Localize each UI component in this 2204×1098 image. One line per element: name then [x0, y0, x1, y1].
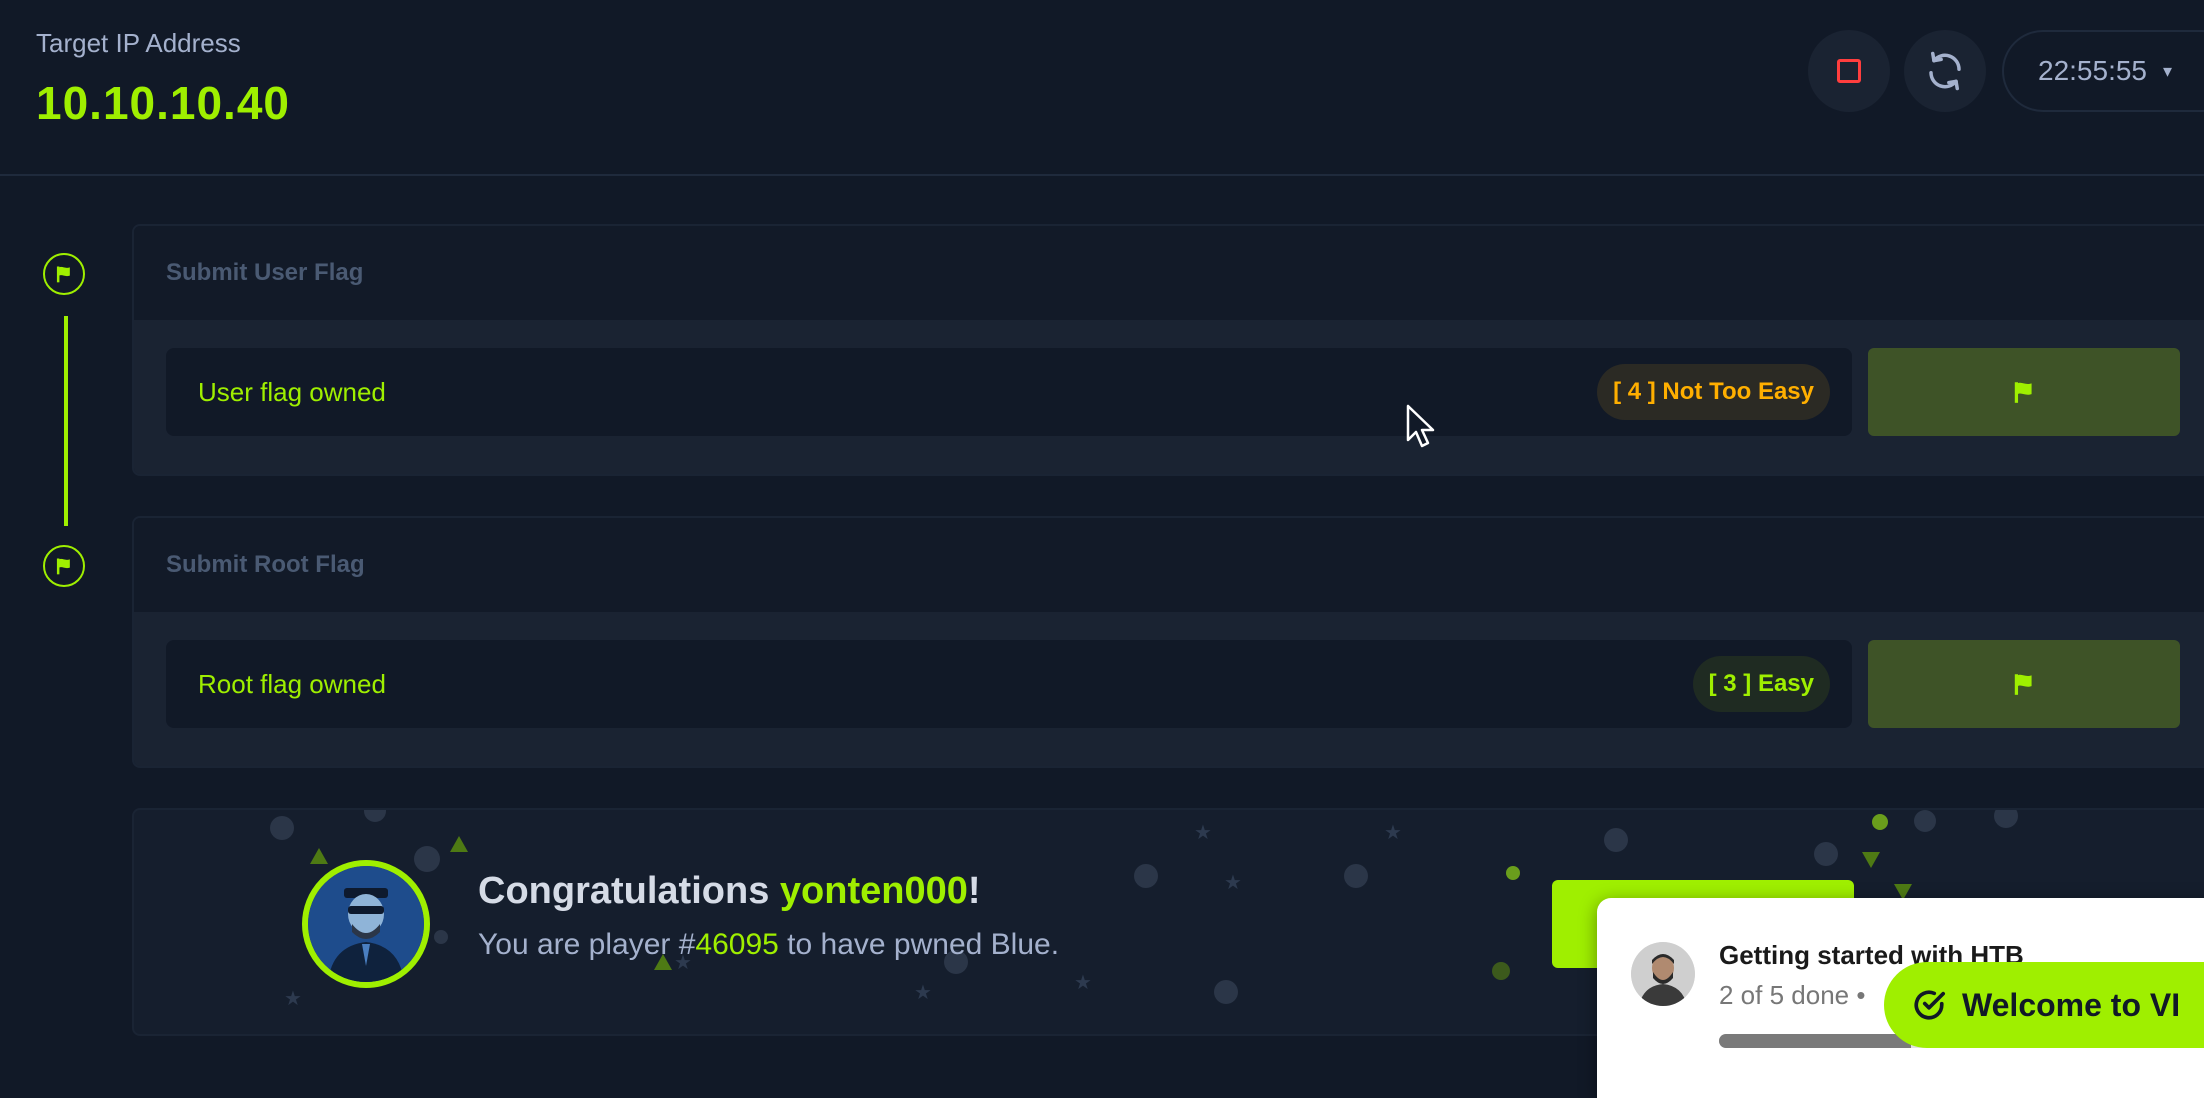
confetti-dot — [414, 846, 440, 872]
confetti-star: ★ — [1384, 822, 1402, 844]
congrats-prefix: Congratulations — [478, 870, 780, 912]
refresh-icon — [1929, 51, 1961, 91]
confetti-dot — [434, 930, 448, 944]
congrats-title: Congratulations yonten000! — [478, 870, 981, 913]
confetti-dot — [1214, 980, 1238, 1004]
confetti-dot — [270, 816, 294, 840]
confetti-triangle — [1862, 852, 1880, 868]
welcome-vip-button[interactable]: Welcome to VI — [1884, 962, 2204, 1048]
user-flag-task: Submit User Flag User flag owned [ 4 ] N… — [132, 224, 2204, 476]
welcome-label: Welcome to VI — [1962, 986, 2181, 1023]
confetti-triangle — [450, 836, 468, 852]
reset-machine-button[interactable] — [1904, 30, 1986, 112]
target-ip-label: Target IP Address — [36, 28, 241, 58]
user-flag-step-icon — [43, 253, 85, 295]
getting-started-progress-text: 2 of 5 done • — [1719, 980, 1866, 1010]
check-circle-icon — [1914, 990, 1946, 1020]
player-rank-text: You are player #46095 to have pwned Blue… — [478, 928, 1059, 962]
confetti-dot — [1814, 842, 1838, 866]
confetti-star: ★ — [284, 988, 302, 1010]
confetti-dot — [1134, 864, 1158, 888]
difficulty-badge: [ 4 ] Not Too Easy — [1597, 364, 1830, 420]
stop-machine-button[interactable] — [1808, 30, 1890, 112]
target-ip-value[interactable]: 10.10.10.40 — [36, 76, 290, 130]
confetti-star: ★ — [1194, 822, 1212, 844]
rank-prefix: You are player # — [478, 928, 696, 961]
progress-timeline — [64, 316, 68, 526]
root-flag-step-icon — [43, 545, 85, 587]
root-flag-input[interactable]: Root flag owned [ 3 ] Easy — [166, 640, 1852, 728]
stop-square-icon — [1837, 59, 1861, 83]
confetti-star: ★ — [1074, 972, 1092, 994]
confetti-dot — [1914, 810, 1936, 832]
confetti-star: ★ — [914, 982, 932, 1004]
confetti-dot — [1994, 810, 2018, 828]
congrats-suffix: ! — [967, 870, 981, 912]
guide-avatar — [1631, 942, 1695, 1006]
confetti-star: ★ — [1224, 872, 1242, 894]
chevron-down-icon: ▾ — [2163, 60, 2173, 81]
rank-suffix: to have pwned Blue. — [778, 928, 1060, 961]
submit-root-flag-button[interactable] — [1868, 640, 2180, 728]
mouse-cursor-icon — [1406, 404, 1435, 448]
progress-fill — [1719, 1034, 1911, 1048]
machine-timer-dropdown[interactable]: 22:55:55 ▾ — [2002, 30, 2204, 112]
answer-text: Root flag owned — [198, 668, 386, 699]
submit-user-flag-button[interactable] — [1868, 348, 2180, 436]
player-number: 46095 — [695, 928, 779, 961]
confetti-dot — [364, 810, 386, 822]
confetti-triangle — [310, 848, 328, 864]
difficulty-badge: [ 3 ] Easy — [1692, 656, 1830, 712]
congrats-username: yonten000 — [779, 870, 968, 912]
user-flag-input[interactable]: User flag owned [ 4 ] Not Too Easy — [166, 348, 1852, 436]
confetti-dot — [1492, 962, 1510, 980]
task-title: Submit User Flag — [134, 226, 2204, 320]
task-title: Submit Root Flag — [134, 518, 2204, 612]
answer-text: User flag owned — [198, 376, 386, 407]
root-flag-task: Submit Root Flag Root flag owned [ 3 ] E… — [132, 516, 2204, 768]
confetti-dot — [1506, 866, 1520, 880]
confetti-dot — [1604, 828, 1628, 852]
user-avatar — [302, 860, 430, 988]
flag-icon — [2014, 382, 2032, 403]
confetti-dot — [1872, 814, 1888, 830]
machine-header: Target IP Address 10.10.10.40 22:55:55 ▾ — [0, 0, 2204, 176]
timer-value: 22:55:55 — [2038, 55, 2147, 86]
confetti-dot — [1344, 864, 1368, 888]
flag-icon — [2014, 674, 2032, 695]
